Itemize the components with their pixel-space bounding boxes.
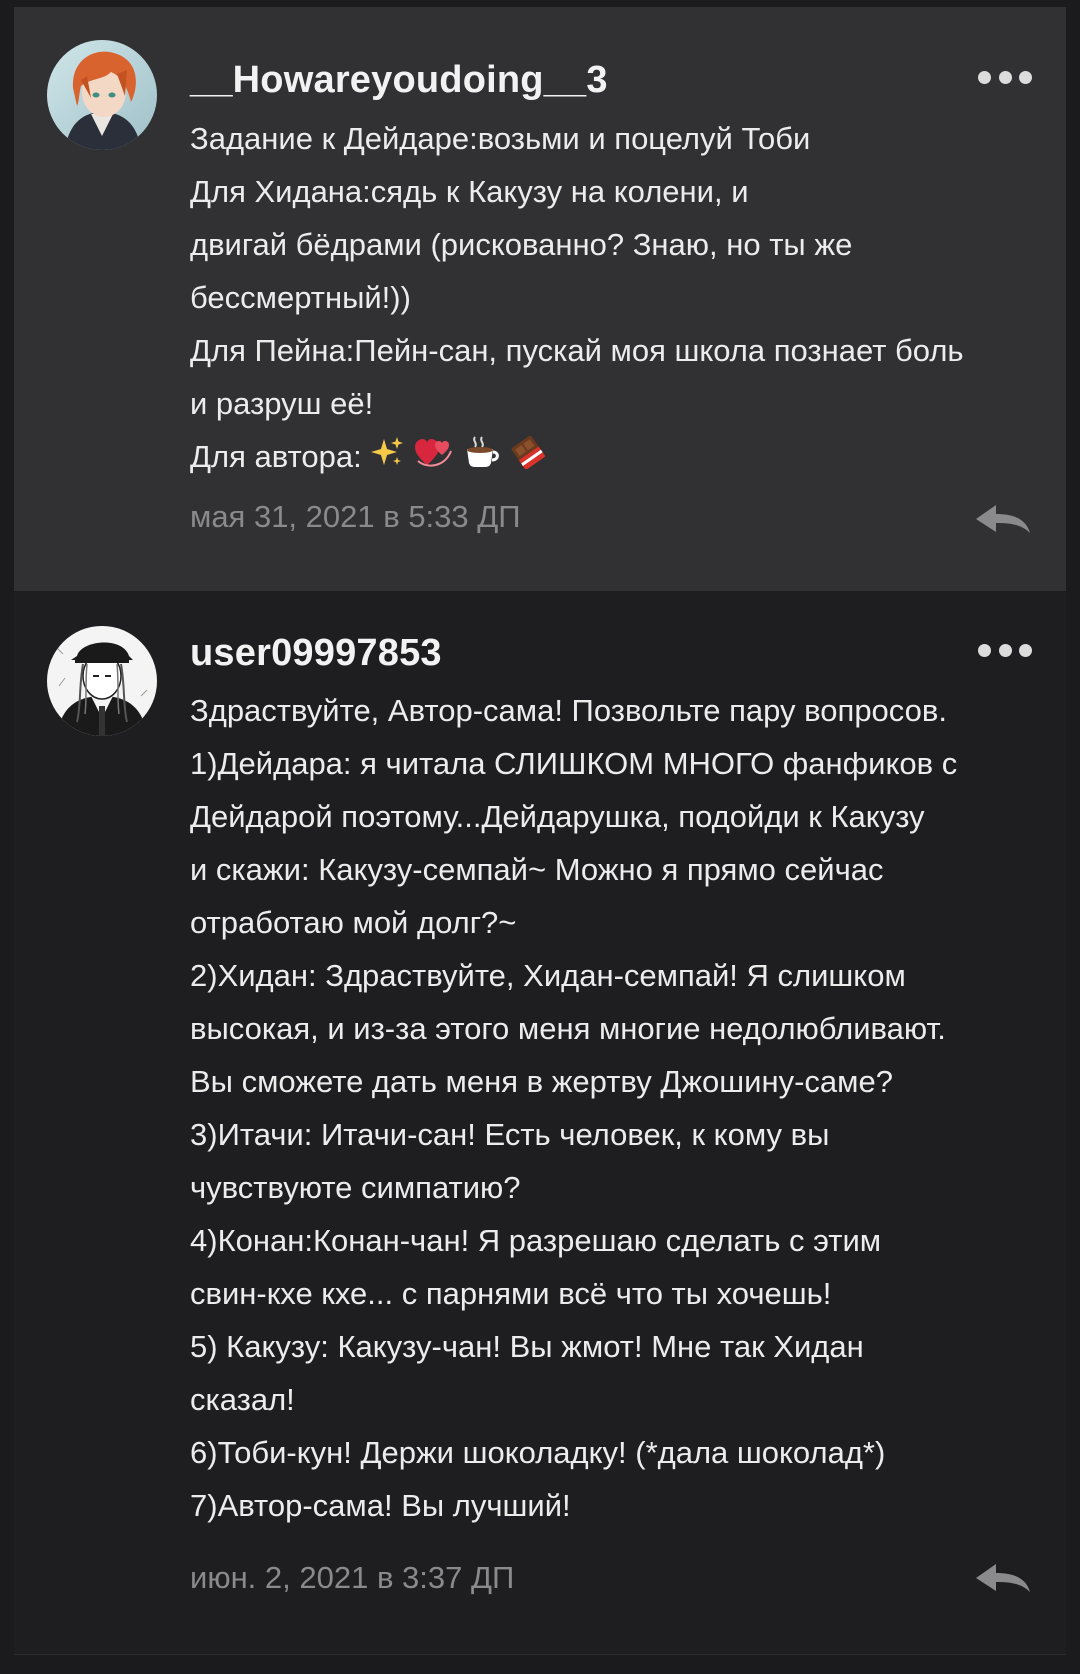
comment-line: отработаю мой долг?~	[190, 905, 517, 940]
timestamp: июн. 2, 2021 в 3:37 ДП	[190, 1560, 515, 1595]
comment-line: 3)Итачи: Итачи-сан! Есть человек, к кому…	[190, 1117, 830, 1152]
comment-line-text: Для автора:	[190, 439, 362, 474]
more-options-button[interactable]	[978, 67, 1032, 87]
timestamp: мая 31, 2021 в 5:33 ДП	[190, 499, 521, 534]
comment-line: и скажи: Какузу-семпай~ Можно я прямо се…	[190, 852, 884, 887]
comment-card: __Howareyoudoing__3 Задание к Дейдаре:во…	[14, 7, 1066, 591]
comment-line: бессмертный!))	[190, 280, 411, 315]
comment-line: Вы сможете дать меня в жертву Джошину-са…	[190, 1064, 893, 1099]
comment-line: сказал!	[190, 1382, 295, 1417]
avatar[interactable]	[47, 626, 157, 736]
comment-line: 2)Хидан: Здраствуйте, Хидан-семпай! Я сл…	[190, 958, 906, 993]
more-options-button[interactable]	[978, 640, 1032, 660]
reply-button[interactable]	[974, 1562, 1032, 1596]
comment-text: Здраствуйте, Автор-сама! Позвольте пару …	[190, 684, 1060, 1532]
comment-line: Для Пейна:Пейн-сан, пускай моя школа поз…	[190, 333, 964, 368]
chocolate-bar-emoji	[510, 432, 548, 485]
username[interactable]: __Howareyoudoing__3	[190, 59, 608, 102]
sparkles-emoji	[370, 432, 404, 485]
comment-line: и разруш её!	[190, 386, 374, 421]
comment-line: 5) Какузу: Какузу-чан! Вы жмот! Мне так …	[190, 1329, 864, 1364]
comment-line: высокая, и из-за этого меня многие недол…	[190, 1011, 946, 1046]
comment-line: Здраствуйте, Автор-сама! Позвольте пару …	[190, 693, 947, 728]
avatar[interactable]	[47, 40, 157, 150]
comment-line: свин-кхе кхе... с парнями всё что ты хоч…	[190, 1276, 832, 1311]
comment-text: Задание к Дейдаре:возьми и поцелуй Тоби …	[190, 112, 1060, 483]
comment-line: двигай бёдрами (рискованно? Знаю, но ты …	[190, 227, 853, 262]
comment-line: 6)Тоби-кун! Держи шоколадку! (*дала шоко…	[190, 1435, 886, 1470]
username[interactable]: user09997853	[190, 632, 442, 675]
more-dots-icon	[978, 70, 991, 84]
revolving-hearts-emoji	[414, 432, 453, 485]
hot-beverage-emoji	[464, 432, 500, 485]
reply-arrow-icon	[976, 1564, 1030, 1592]
comment-line: Для Хидана:сядь к Какузу на колени, и	[190, 174, 749, 209]
comment-line: Задание к Дейдаре:возьми и поцелуй Тоби	[190, 121, 811, 156]
comment-card: user09997853 Здраствуйте, Автор-сама! По…	[14, 592, 1066, 1655]
comment-line-with-emojis: Для автора:	[190, 430, 1060, 483]
reply-arrow-icon	[976, 505, 1030, 533]
comment-line: 7)Автор-сама! Вы лучший!	[190, 1488, 571, 1523]
more-dots-icon	[978, 643, 991, 657]
comment-line: Дейдарой поэтому...Дейдарушка, подойди к…	[190, 799, 925, 834]
reply-button[interactable]	[974, 503, 1032, 537]
comment-line: чувствуюте симпатию?	[190, 1170, 521, 1205]
comment-line: 1)Дейдара: я читала СЛИШКОМ МНОГО фанфик…	[190, 746, 958, 781]
comment-line: 4)Конан:Конан-чан! Я разрешаю сделать с …	[190, 1223, 882, 1258]
